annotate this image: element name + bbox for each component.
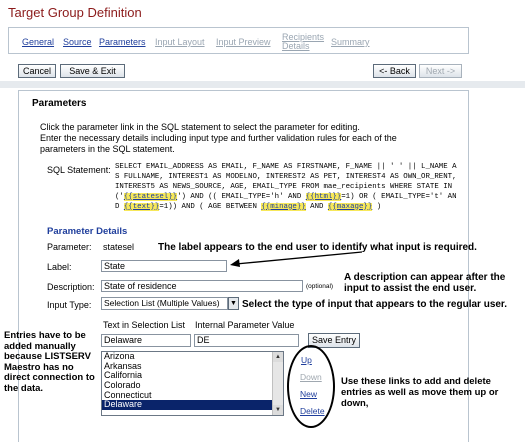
intro-text: Click the parameter link in the SQL stat… [40, 122, 460, 155]
wizard-tab-input-layout: Input Layout [155, 37, 205, 47]
next-button: Next -> [419, 64, 462, 78]
wizard-tab-input-preview: Input Preview [216, 37, 271, 47]
optional-note: (optional) [306, 283, 334, 290]
scroll-down-icon[interactable]: ▼ [273, 405, 283, 415]
description-field-label: Description: [47, 282, 95, 292]
intro-line: Enter the necessary details including in… [40, 133, 397, 143]
up-link[interactable]: Up [301, 355, 312, 365]
listbox-scrollbar[interactable]: ▲ ▼ [272, 352, 283, 415]
intro-line: parameters in the SQL statement. [40, 144, 175, 154]
callout-input-type: Select the type of input that appears to… [242, 299, 508, 310]
wizard-tab-general[interactable]: General [22, 37, 54, 47]
parameter-value: statesel [103, 242, 135, 252]
callout-links: Use these links to add and delete entrie… [341, 376, 499, 409]
label-field-label: Label: [47, 262, 72, 272]
callout-entries: Entries have to be added manually becaus… [4, 330, 95, 394]
selection-text-input[interactable]: Delaware [101, 334, 191, 347]
wizard-tab-parameters[interactable]: Parameters [99, 37, 146, 47]
parameter-label: Parameter: [47, 242, 92, 252]
page-title: Target Group Definition [8, 5, 142, 20]
text-column-header: Text in Selection List [103, 320, 186, 330]
scroll-up-icon[interactable]: ▲ [273, 352, 283, 362]
wizard-tab-summary: Summary [331, 37, 370, 47]
callout-arrow-label [230, 251, 363, 267]
wizard-tab-source[interactable]: Source [63, 37, 92, 47]
intro-line: Click the parameter link in the SQL stat… [40, 122, 360, 132]
callout-description: A description can appear after the input… [344, 272, 506, 294]
sql-param-minage-link[interactable]: {{minage}} [261, 202, 306, 211]
sql-text: =1)) AND ( AGE BETWEEN [159, 202, 262, 211]
list-item-selected[interactable]: Delaware [102, 400, 283, 411]
new-link[interactable]: New [300, 389, 317, 399]
internal-column-header: Internal Parameter Value [195, 320, 295, 330]
sql-param-text-link[interactable]: {{text}} [123, 202, 160, 211]
separator-bar [0, 81, 525, 88]
sql-param-html-link[interactable]: {{html}} [305, 192, 342, 201]
sql-param-maxage-link[interactable]: {{maxage}} [327, 202, 373, 211]
wizard-tab-details: Details [282, 41, 310, 51]
input-type-label: Input Type: [47, 300, 92, 310]
input-type-select[interactable]: Selection List (Multiple Values) [101, 297, 228, 310]
sql-text: ) [372, 202, 382, 211]
cancel-button[interactable]: Cancel [18, 64, 56, 78]
parameter-details-title: Parameter Details [47, 226, 128, 237]
save-exit-button[interactable]: Save & Exit [60, 64, 125, 78]
selection-listbox[interactable]: Arizona Arkansas California Colorado Con… [101, 351, 284, 416]
sql-text: AND [305, 202, 328, 211]
down-link: Down [300, 372, 322, 382]
description-input[interactable]: State of residence [101, 280, 303, 292]
sql-statement-label: SQL Statement: [47, 165, 111, 175]
section-title: Parameters [32, 98, 87, 109]
sql-statement: SELECT EMAIL_ADDRESS AS EMAIL, F_NAME AS… [115, 163, 460, 213]
label-input[interactable]: State [101, 260, 227, 272]
delete-link[interactable]: Delete [300, 406, 325, 416]
sql-text: ') AND (( EMAIL_TYPE='h' AND [177, 192, 306, 201]
sql-param-statesel-link[interactable]: {{statesel}} [123, 192, 178, 201]
internal-value-input[interactable]: DE [194, 334, 299, 347]
chevron-down-icon[interactable]: ▼ [228, 297, 239, 310]
back-button[interactable]: <- Back [373, 64, 416, 78]
